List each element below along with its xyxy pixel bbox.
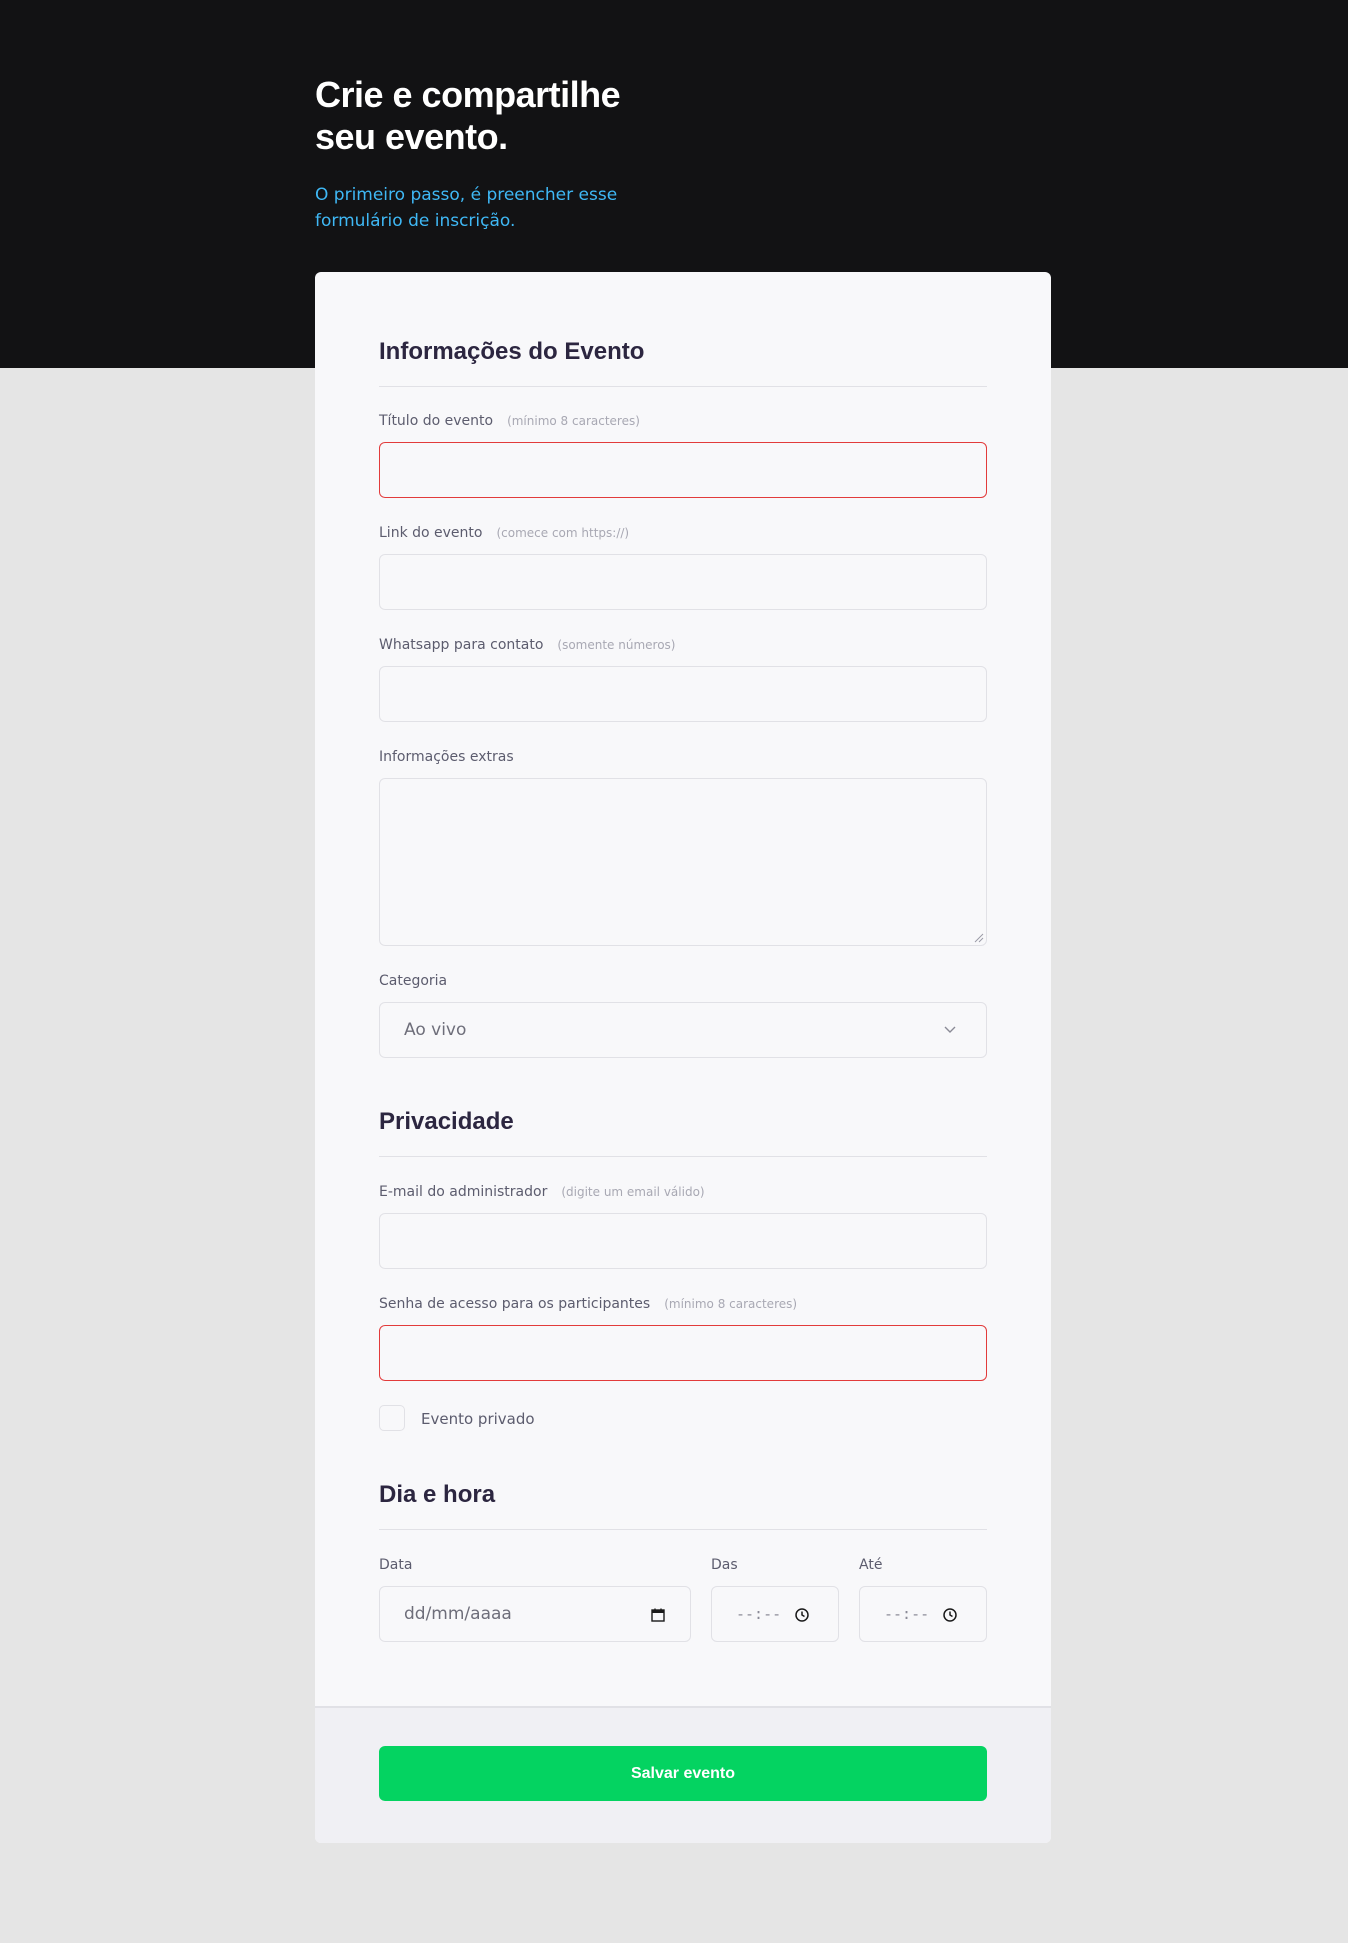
title-field-label: Título do evento (mínimo 8 caracteres): [379, 413, 640, 429]
admin-email-input[interactable]: [379, 1213, 987, 1269]
date-field-label: Data: [379, 1557, 412, 1573]
from-field-label: Das: [711, 1557, 738, 1573]
extra-label-text: Informações extras: [379, 749, 514, 765]
section-title-event-info: Informações do Evento: [379, 338, 987, 387]
category-label-text: Categoria: [379, 973, 448, 989]
title-label-hint: (mínimo 8 caracteres): [507, 414, 640, 428]
whatsapp-label-text: Whatsapp para contato: [379, 637, 544, 653]
category-select[interactable]: Ao vivo: [379, 1002, 987, 1058]
section-title-privacy: Privacidade: [379, 1108, 987, 1157]
form-footer: Salvar evento: [315, 1706, 1051, 1843]
admin-email-field-label: E-mail do administrador (digite um email …: [379, 1184, 705, 1200]
category-selected-value: Ao vivo: [404, 1020, 467, 1040]
title-input[interactable]: [379, 442, 987, 498]
whatsapp-field-label: Whatsapp para contato (somente números): [379, 637, 675, 653]
whatsapp-label-hint: (somente números): [557, 638, 676, 652]
to-field-label: Até: [859, 1557, 882, 1573]
link-field-label: Link do evento (comece com https://): [379, 525, 629, 541]
link-label-text: Link do evento: [379, 525, 483, 541]
clock-icon[interactable]: [794, 1607, 810, 1623]
title-label-text: Título do evento: [379, 413, 494, 429]
whatsapp-input[interactable]: [379, 666, 987, 722]
from-time-placeholder: --:--: [736, 1605, 782, 1623]
password-label-text: Senha de acesso para os participantes: [379, 1296, 651, 1312]
event-form-card: Informações do Evento Título do evento (m…: [315, 272, 1051, 1843]
chevron-down-icon: [944, 1026, 956, 1033]
to-time-input[interactable]: --:--: [859, 1586, 987, 1642]
calendar-icon[interactable]: [650, 1607, 666, 1623]
section-title-date-time: Dia e hora: [379, 1481, 987, 1530]
category-field-label: Categoria: [379, 973, 447, 989]
clock-icon[interactable]: [942, 1607, 958, 1623]
password-input[interactable]: [379, 1325, 987, 1381]
password-label-hint: (mínimo 8 caracteres): [664, 1297, 798, 1311]
extra-field-label: Informações extras: [379, 749, 514, 765]
link-label-hint: (comece com https://): [496, 526, 630, 540]
admin-email-label-text: E-mail do administrador: [379, 1184, 548, 1200]
date-input[interactable]: dd/mm/aaaa: [379, 1586, 691, 1642]
link-input[interactable]: [379, 554, 987, 610]
extra-info-textarea[interactable]: [379, 778, 987, 946]
date-placeholder: dd/mm/aaaa: [404, 1604, 512, 1624]
private-event-checkbox[interactable]: [379, 1405, 405, 1431]
date-label-text: Data: [379, 1557, 413, 1573]
from-time-input[interactable]: --:--: [711, 1586, 839, 1642]
resize-grip-icon[interactable]: [974, 933, 984, 943]
page-title: Crie e compartilhe seu evento.: [315, 74, 621, 157]
from-label-text: Das: [711, 1557, 738, 1573]
password-field-label: Senha de acesso para os participantes (mí…: [379, 1296, 797, 1312]
to-time-placeholder: --:--: [884, 1605, 930, 1623]
private-event-label[interactable]: Evento privado: [421, 1410, 535, 1428]
page-subtitle: O primeiro passo, é preencher esse formu…: [315, 185, 618, 231]
to-label-text: Até: [859, 1557, 883, 1573]
save-event-button[interactable]: Salvar evento: [379, 1746, 987, 1801]
admin-email-label-hint: (digite um email válido): [561, 1185, 705, 1199]
